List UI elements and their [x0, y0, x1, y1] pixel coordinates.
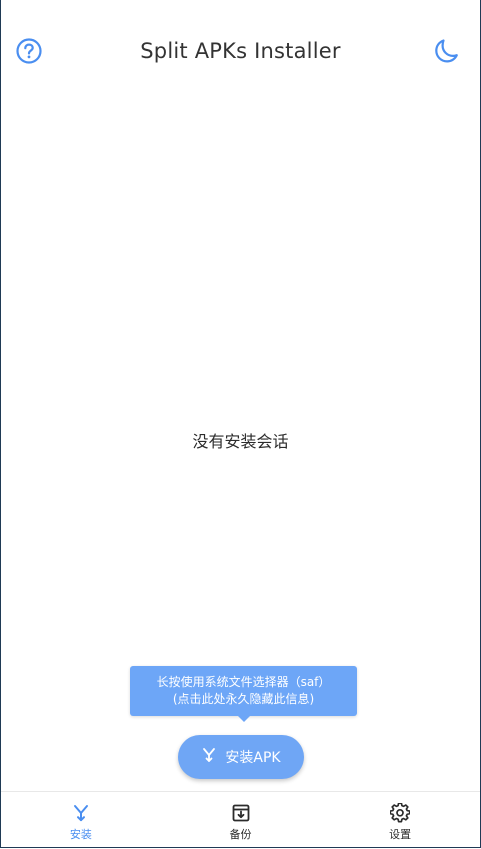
nav-label-install: 安装	[69, 828, 92, 841]
gear-icon	[389, 802, 411, 824]
app-bar: Split APKs Installer	[1, 22, 480, 82]
install-apk-button[interactable]: 安装APK	[178, 735, 304, 779]
install-apk-label: 安装APK	[225, 750, 281, 766]
nav-label-backup: 备份	[229, 828, 252, 841]
install-split-icon	[201, 747, 217, 767]
nav-item-install[interactable]: 安装	[1, 792, 161, 847]
nav-label-settings: 设置	[389, 828, 412, 841]
tooltip-arrow	[237, 716, 250, 722]
moon-icon	[433, 38, 459, 68]
saf-hint-tooltip[interactable]: 长按使用系统文件选择器（saf） (点击此处永久隐藏此信息)	[130, 666, 357, 722]
tooltip-line-2: (点击此处永久隐藏此信息)	[172, 692, 315, 706]
tooltip-line-1: 长按使用系统文件选择器（saf）	[156, 675, 331, 689]
theme-toggle-button[interactable]	[431, 38, 461, 68]
install-split-icon	[70, 802, 92, 824]
nav-item-settings[interactable]: 设置	[320, 792, 480, 847]
archive-download-icon	[230, 802, 252, 824]
nav-item-backup[interactable]: 备份	[161, 792, 321, 847]
bottom-navigation: 安装 备份 设置	[1, 791, 480, 847]
empty-sessions-message: 没有安装会话	[192, 432, 289, 451]
app-window: Split APKs Installer 没有安装会话 长按使用系统文件选择器（…	[0, 0, 481, 848]
app-title: Split APKs Installer	[140, 39, 341, 63]
